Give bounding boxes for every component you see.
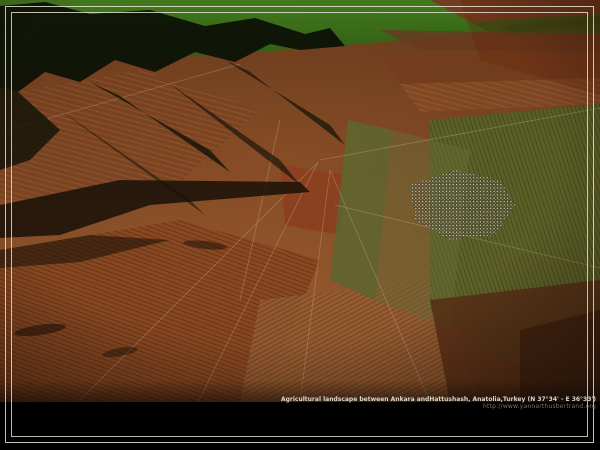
caption-text: Agricultural landscape between Ankara an…: [281, 396, 596, 403]
aerial-photo: [0, 0, 600, 402]
aerial-photo-art: [0, 0, 600, 402]
photo-caption: Agricultural landscape between Ankara an…: [281, 396, 596, 410]
wallpaper-image: Agricultural landscape between Ankara an…: [0, 0, 600, 450]
caption-url: http://www.yannarthusbertrand.org: [281, 403, 596, 410]
